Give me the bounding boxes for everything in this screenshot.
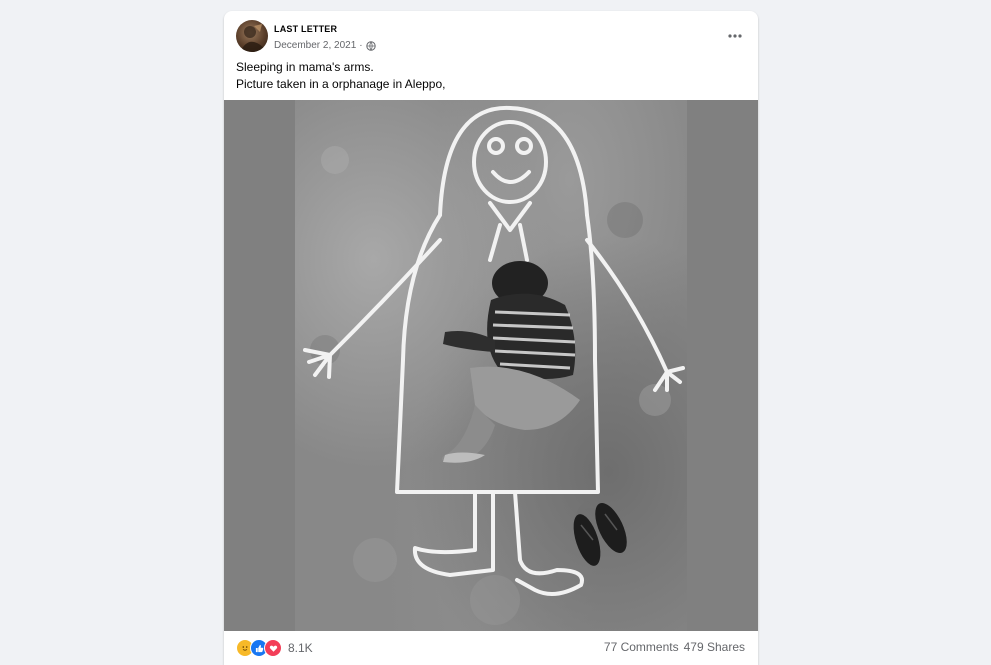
- love-icon: [264, 639, 282, 657]
- author-name[interactable]: LAST LETTER: [274, 24, 337, 34]
- post-meta: December 2, 2021 ·: [274, 40, 376, 51]
- chalk-drawing-photo: [303, 105, 685, 625]
- post-caption: Sleeping in mama's arms. Picture taken i…: [236, 59, 445, 93]
- post-header: LAST LETTER December 2, 2021 ·: [224, 11, 758, 61]
- globe-icon: [365, 40, 376, 51]
- post-photo[interactable]: [295, 100, 687, 631]
- post-date[interactable]: December 2, 2021: [274, 40, 356, 51]
- post-media[interactable]: [224, 100, 758, 631]
- reactions-summary[interactable]: 8.1K: [236, 639, 313, 657]
- more-horizontal-icon: [728, 25, 742, 43]
- comments-count[interactable]: 77 Comments: [604, 640, 679, 654]
- reaction-count[interactable]: 8.1K: [288, 641, 313, 655]
- more-options-button[interactable]: [724, 24, 746, 44]
- post-footer: 8.1K 77 Comments 479 Shares: [224, 631, 758, 665]
- meta-separator: ·: [359, 40, 363, 51]
- caption-line: Picture taken in a orphanage in Aleppo,: [236, 77, 446, 91]
- post-card: LAST LETTER December 2, 2021 · Sleeping …: [224, 11, 758, 665]
- engagement-stats: 77 Comments 479 Shares: [604, 640, 745, 654]
- avatar[interactable]: [236, 20, 268, 52]
- caption-line: Sleeping in mama's arms.: [236, 60, 374, 74]
- shares-count[interactable]: 479 Shares: [684, 640, 745, 654]
